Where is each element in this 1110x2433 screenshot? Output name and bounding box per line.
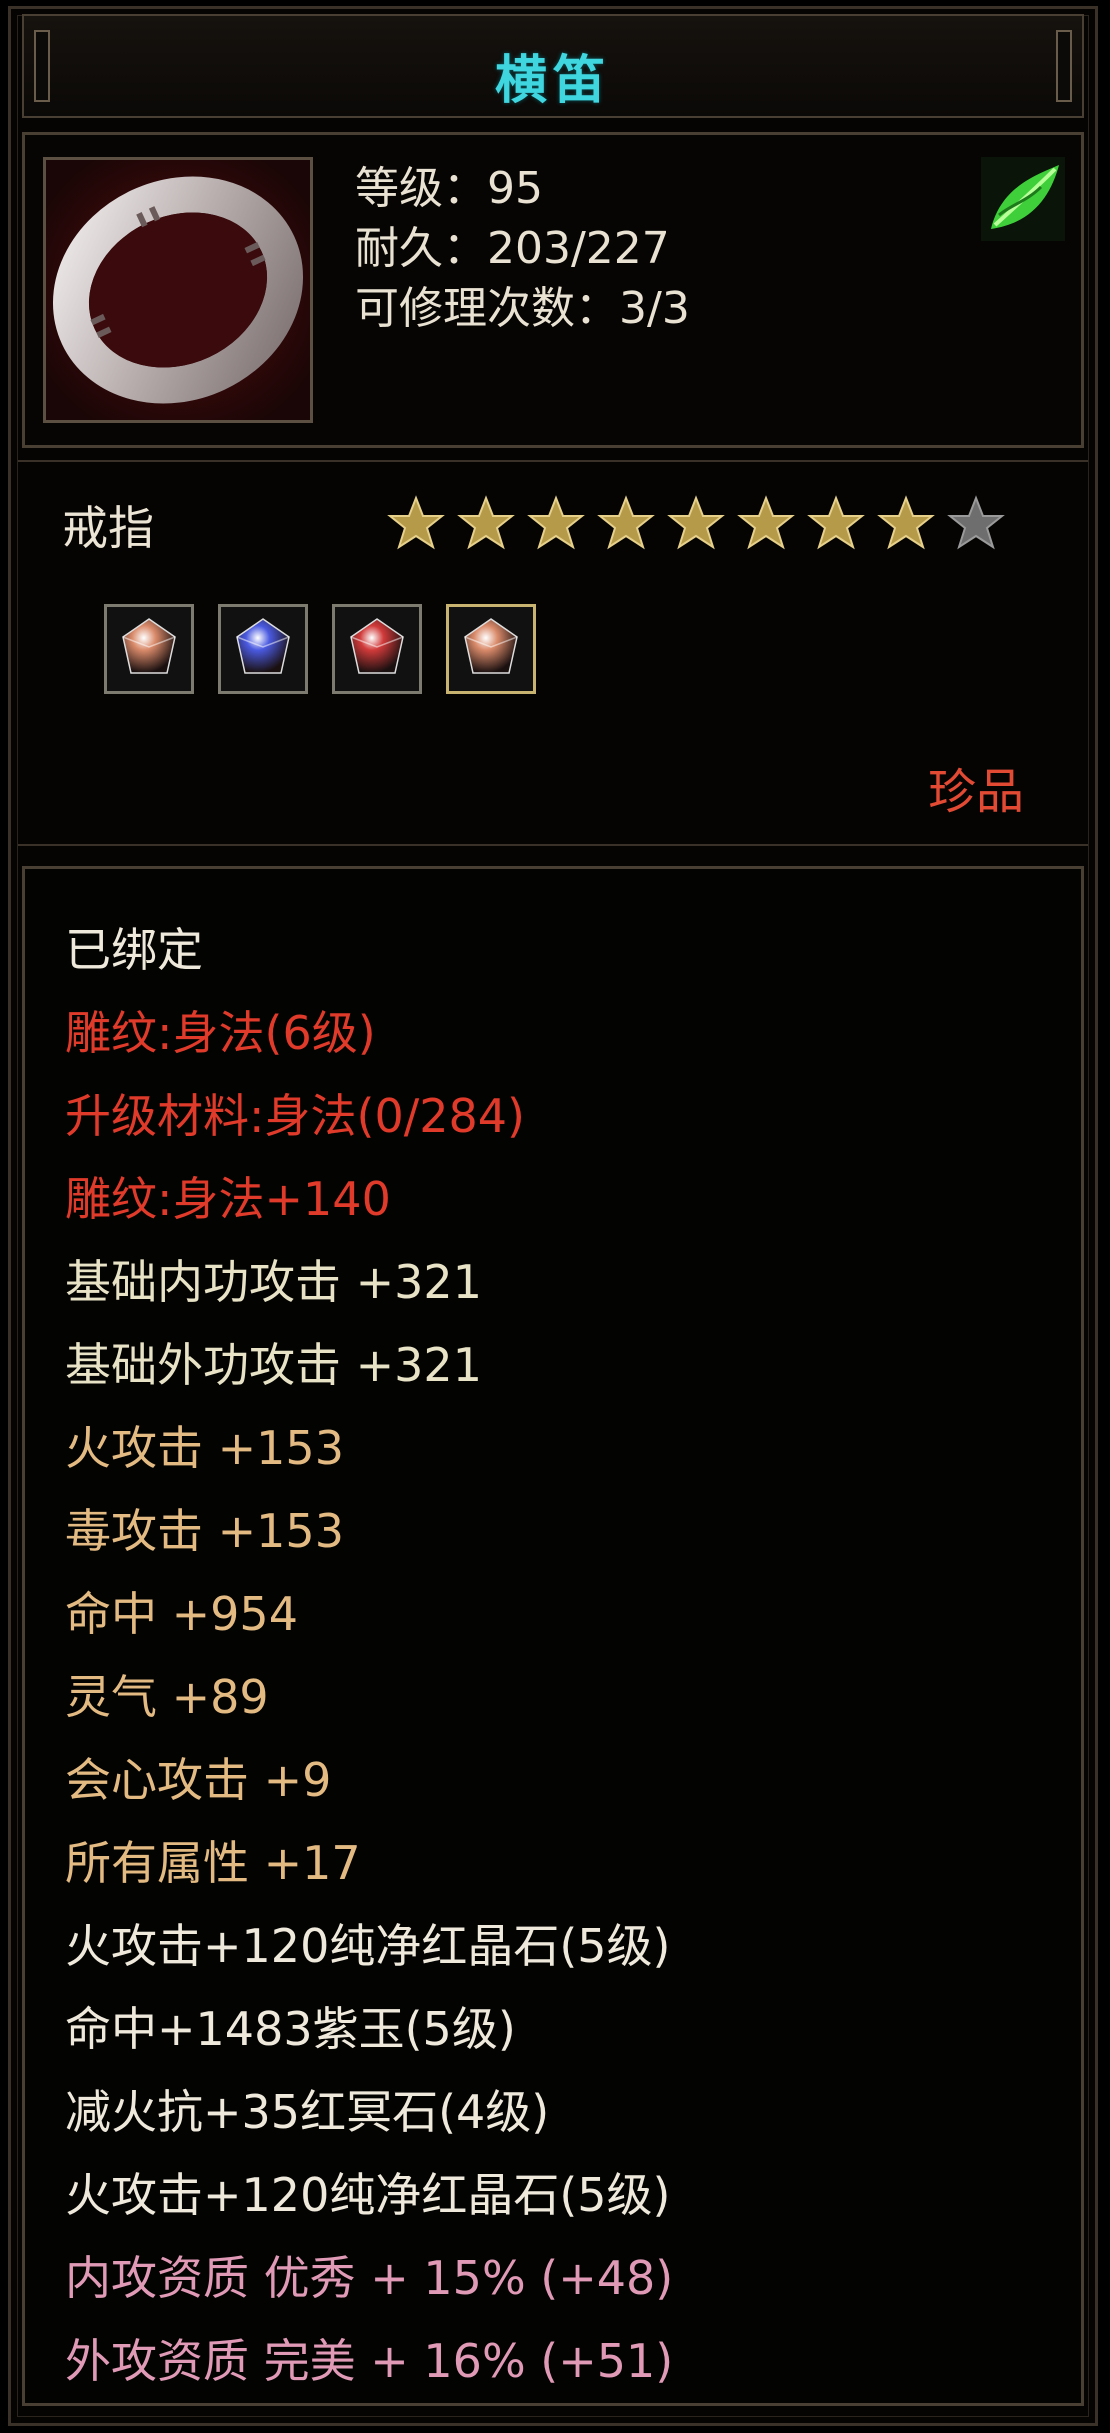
attribute-line: 基础内功攻击 +321 <box>65 1255 482 1309</box>
gem-slots <box>104 604 536 694</box>
attribute-line: 外攻资质 完美 + 16% (+51) <box>65 2334 674 2388</box>
star-filled-icon <box>877 495 935 550</box>
star-filled-icon <box>667 495 725 550</box>
attribute-line: 会心攻击 +9 <box>65 1753 332 1807</box>
gem-slot[interactable] <box>332 604 422 694</box>
star-filled-icon <box>737 495 795 550</box>
attribute-line: 雕纹:身法+140 <box>65 1172 391 1226</box>
item-name: 横笛 <box>494 51 611 111</box>
divider <box>18 844 1088 846</box>
attribute-line: 命中 +954 <box>65 1587 298 1641</box>
level-text: 等级：95 <box>355 163 543 214</box>
attribute-line: 毒攻击 +153 <box>65 1504 344 1558</box>
star-filled-icon <box>597 495 655 550</box>
ring-icon <box>46 160 310 420</box>
attribute-line: 命中+1483紫玉(5级) <box>65 2002 516 2056</box>
rarity-label: 珍品 <box>927 764 1024 820</box>
gem-slot[interactable] <box>446 604 536 694</box>
gem-slot[interactable] <box>218 604 308 694</box>
attribute-line: 灵气 +89 <box>65 1670 269 1724</box>
attribute-line: 雕纹:身法(6级) <box>65 1006 376 1060</box>
durability-text: 耐久：203/227 <box>355 223 670 274</box>
item-header-panel: 等级：95 耐久：203/227 可修理次数：3/3 <box>22 132 1084 448</box>
item-icon-slot[interactable] <box>43 157 313 423</box>
attribute-list: 已绑定雕纹:身法(6级) 升级材料:身法(0/284) 雕纹:身法+140 基础内功攻… <box>65 909 673 2403</box>
blue-gem-icon <box>236 618 290 674</box>
star-filled-icon <box>387 495 445 550</box>
pink-gem-icon <box>122 618 176 674</box>
star-empty-icon <box>947 495 1005 550</box>
attribute-line: 火攻击 +153 <box>65 1421 344 1475</box>
item-stats: 等级：95 耐久：203/227 可修理次数：3/3 <box>355 159 690 339</box>
attribute-line: 升级材料:身法(0/284) <box>65 1089 525 1143</box>
attribute-line: 火攻击+120纯净红晶石(5级) <box>65 1919 671 1973</box>
gem-slot[interactable] <box>104 604 194 694</box>
attribute-line: 减火抗+35红冥石(4级) <box>65 2085 550 2139</box>
red-gem-icon <box>350 618 404 674</box>
attribute-line: 所有属性 +17 <box>65 1836 361 1890</box>
green-leaf-icon <box>981 157 1065 241</box>
star-filled-icon <box>457 495 515 550</box>
repair-count-text: 可修理次数：3/3 <box>355 283 690 334</box>
attribute-line: 内攻资质 优秀 + 15% (+48) <box>65 2251 674 2305</box>
pink-gem-icon <box>464 618 518 674</box>
attribute-line: 已绑定 <box>65 923 203 977</box>
star-filled-icon <box>807 495 865 550</box>
attribute-line: 火攻击+120纯净红晶石(5级) <box>65 2168 671 2222</box>
star-rating <box>386 494 1006 554</box>
divider <box>18 460 1088 462</box>
title-bar: 横笛 <box>22 14 1084 118</box>
attribute-line: 基础外功攻击 +321 <box>65 1338 482 1392</box>
star-filled-icon <box>527 495 585 550</box>
attributes-panel: 已绑定雕纹:身法(6级) 升级材料:身法(0/284) 雕纹:身法+140 基础内功攻… <box>22 866 1084 2406</box>
item-type-label: 戒指 <box>62 501 154 555</box>
